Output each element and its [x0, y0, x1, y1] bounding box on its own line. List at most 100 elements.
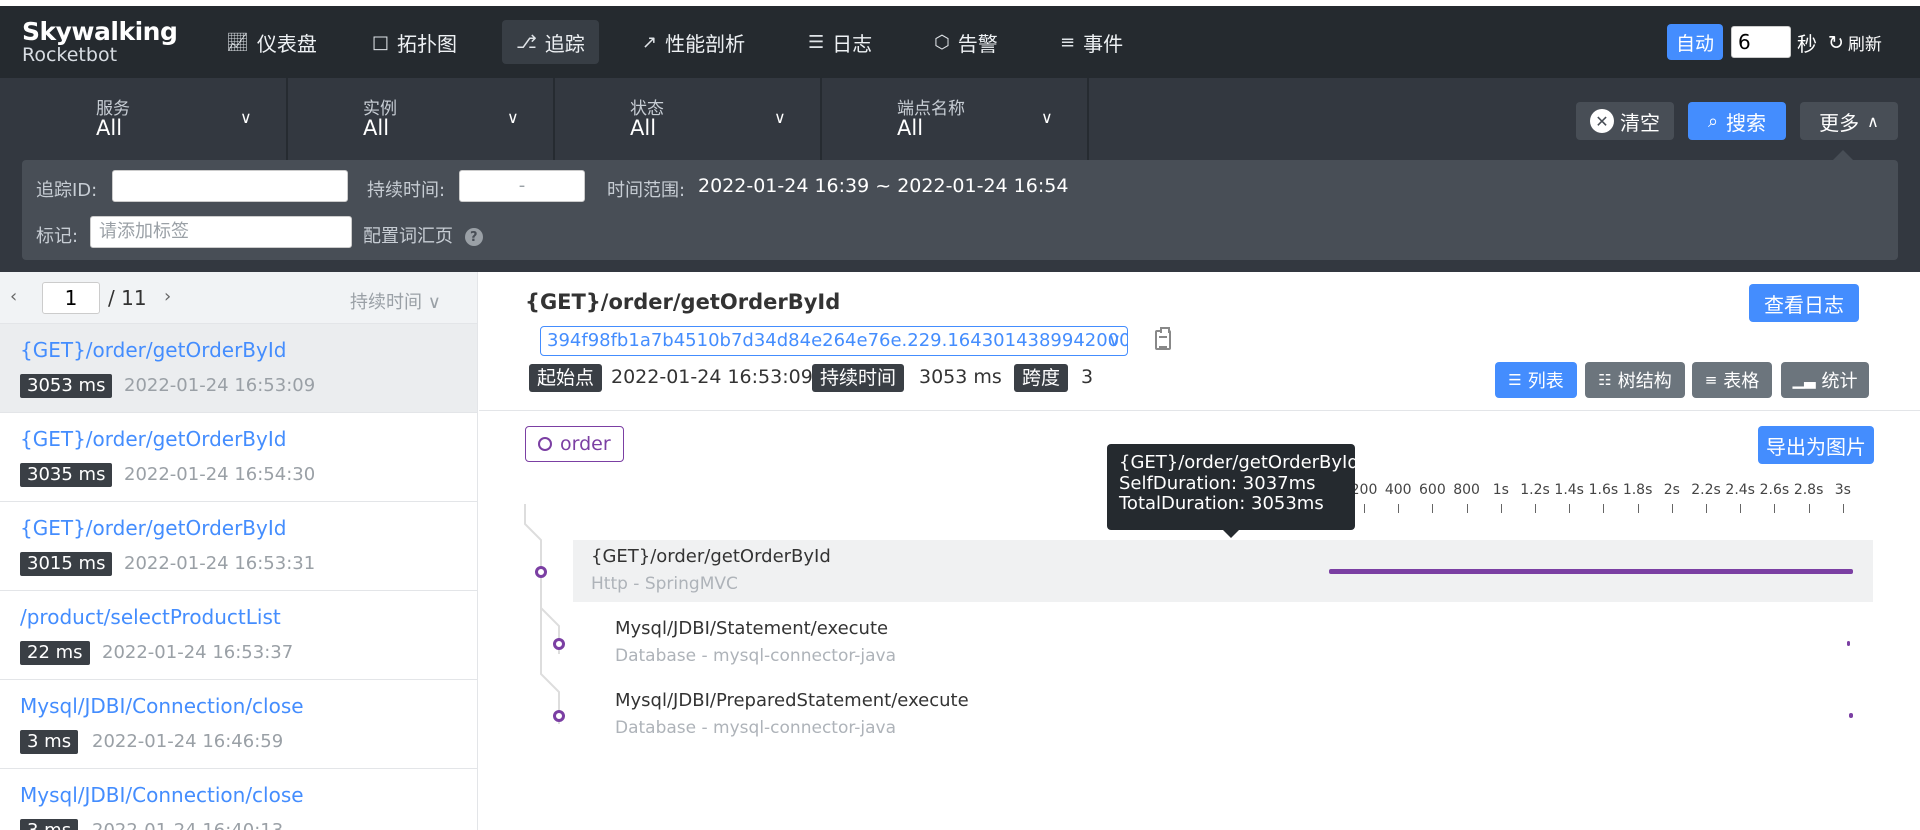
timeline-tick-mark	[1500, 504, 1502, 513]
timeline-tick-mark	[1637, 504, 1639, 513]
duration-label: 持续时间:	[367, 180, 446, 201]
search-button[interactable]: ⌕ 搜索	[1688, 102, 1786, 140]
refresh-button[interactable]: ↻ 刷新	[1828, 30, 1882, 56]
view-tree-button[interactable]: ☷ 树结构	[1585, 362, 1685, 398]
topology-icon: □	[372, 31, 390, 53]
duration-value: 3053 ms	[919, 366, 1002, 388]
instance-select-value: All	[363, 116, 390, 140]
timeline-tick-label: 1.6s	[1588, 482, 1619, 498]
trace-id-label: 追踪ID:	[36, 180, 98, 201]
trace-id-select[interactable]: 394f98fb1a7b4510b7d34d84e264e76e.229.164…	[540, 326, 1128, 356]
timeline-tick-label: 2.2s	[1691, 482, 1721, 498]
span-node-icon	[535, 566, 547, 578]
span-name: Mysql/JDBI/PreparedStatement/execute	[615, 690, 969, 711]
pager: ‹ 1 / 11 › 持续时间 ∨	[0, 272, 477, 324]
timeline-tick-label: 1.2s	[1520, 482, 1550, 498]
chevron-right-icon[interactable]: ›	[164, 286, 171, 307]
more-filters-panel: 追踪ID: 持续时间: - 时间范围: 2022-01-24 16:39 ~ 2…	[22, 160, 1898, 260]
trace-list-item[interactable]: Mysql/JDBI/Connection/close 3 ms 2022-01…	[0, 680, 477, 769]
divider	[479, 410, 1920, 411]
service-name: order	[560, 433, 611, 455]
timeline-tick-mark	[1740, 504, 1742, 513]
more-button[interactable]: 更多 ∧	[1800, 102, 1898, 140]
duration-tag: 持续时间	[812, 364, 905, 392]
trace-endpoint: /product/selectProductList	[20, 605, 281, 629]
timeline-tick-label: 800	[1453, 482, 1480, 498]
duration-range-input[interactable]: -	[459, 170, 585, 202]
clear-button[interactable]: ✕ 清空	[1576, 102, 1674, 140]
trace-start-time: 2022-01-24 16:54:30	[124, 464, 316, 485]
span-row[interactable]: Mysql/JDBI/Statement/execute Database - …	[573, 612, 1873, 674]
span-component: Http - SpringMVC	[591, 574, 738, 594]
span-tag: 跨度	[1014, 364, 1069, 392]
span-row[interactable]: Mysql/JDBI/PreparedStatement/execute Dat…	[573, 684, 1873, 746]
page-total: / 11	[108, 286, 147, 310]
tooltip-total-duration: TotalDuration: 3053ms	[1119, 493, 1324, 514]
timeline-tick-label: 600	[1419, 482, 1446, 498]
service-select[interactable]: 服务 All ∨	[22, 78, 288, 160]
status-select[interactable]: 状态 All ∨	[556, 78, 822, 160]
auto-refresh-button[interactable]: 自动	[1667, 24, 1723, 60]
view-label: 统计	[1821, 371, 1858, 392]
view-stats-button[interactable]: ▁▃ 统计	[1781, 362, 1869, 398]
help-icon[interactable]: ?	[464, 228, 483, 246]
nav-label: 仪表盘	[256, 31, 317, 56]
time-range-value[interactable]: 2022-01-24 16:39 ~ 2022-01-24 16:54	[698, 175, 1068, 197]
view-list-button[interactable]: ☰ 列表	[1495, 362, 1577, 398]
alarm-icon: ⬡	[934, 31, 950, 53]
vocab-config-link[interactable]: 配置词汇页 ?	[363, 222, 483, 248]
trace-list-item[interactable]: Mysql/JDBI/Connection/close 3 ms 2022-01…	[0, 769, 477, 830]
trace-duration-badge: 3 ms	[20, 819, 79, 830]
trace-list-item[interactable]: /product/selectProductList 22 ms 2022-01…	[0, 591, 477, 680]
trace-list-item[interactable]: {GET}/order/getOrderById 3053 ms 2022-01…	[0, 324, 477, 413]
trace-start-time: 2022-01-24 16:53:31	[124, 553, 316, 574]
nav-item-dashboard[interactable]: 📈︎ 仪表盘	[212, 20, 331, 64]
timeline-tick-label: 2.8s	[1793, 482, 1824, 498]
tags-input[interactable]: 请添加标签	[90, 216, 352, 248]
more-label: 更多	[1819, 110, 1860, 135]
page-input[interactable]: 1	[42, 282, 100, 314]
nav-item-topology[interactable]: □ 拓扑图	[358, 20, 471, 64]
table-icon: ≡	[1704, 371, 1718, 389]
span-name: {GET}/order/getOrderById	[591, 546, 831, 567]
clipboard-icon[interactable]	[1155, 327, 1171, 350]
view-log-button[interactable]: 查看日志	[1749, 284, 1859, 322]
instance-select[interactable]: 实例 All ∨	[289, 78, 555, 160]
nav-item-profile[interactable]: ↗ 性能剖析	[628, 20, 759, 64]
timeline-tick-mark	[1398, 504, 1400, 513]
top-navbar: Skywalking Rocketbot 📈︎ 仪表盘 □ 拓扑图 ⎇ 追踪 ↗…	[0, 6, 1920, 78]
refresh-interval-input[interactable]: 6	[1731, 26, 1791, 58]
trace-start-time: 2022-01-24 16:53:37	[102, 642, 294, 663]
tooltip-self-duration: SelfDuration: 3037ms	[1119, 473, 1316, 494]
timeline-tick-mark	[1432, 504, 1434, 513]
view-label: 树结构	[1617, 371, 1672, 392]
trace-duration-badge: 3 ms	[20, 730, 79, 754]
chart-icon: 📈︎	[226, 31, 249, 53]
nav-item-alarm[interactable]: ⬡ 告警	[920, 20, 1012, 64]
sort-select[interactable]: 持续时间 ∨	[350, 288, 441, 314]
trace-id-input[interactable]	[112, 170, 348, 202]
view-table-button[interactable]: ≡ 表格	[1692, 362, 1772, 398]
timeline-tick-label: 2.6s	[1759, 482, 1790, 498]
nav-label: 日志	[832, 31, 873, 56]
trace-list-item[interactable]: {GET}/order/getOrderById 3035 ms 2022-01…	[0, 413, 477, 502]
tree-icon: ☷	[1598, 371, 1612, 389]
trace-id-value: 394f98fb1a7b4510b7d34d84e264e76e.229.164…	[547, 330, 1128, 351]
nav-item-log[interactable]: ☰ 日志	[794, 20, 886, 64]
search-icon: ⌕	[1707, 110, 1719, 132]
nav-item-trace[interactable]: ⎇ 追踪	[502, 20, 599, 64]
interval-unit-label: 秒	[1797, 32, 1817, 56]
export-image-button[interactable]: 导出为图片	[1758, 426, 1874, 464]
span-duration-bar	[1849, 713, 1853, 718]
log-icon: ☰	[808, 31, 825, 53]
nav-item-event[interactable]: ≡ 事件	[1046, 20, 1137, 64]
timeline-tick-mark	[1466, 504, 1468, 513]
trace-endpoint: {GET}/order/getOrderById	[20, 427, 287, 451]
trace-list-panel: ‹ 1 / 11 › 持续时间 ∨ {GET}/order/getOrderBy…	[0, 272, 478, 830]
chevron-left-icon[interactable]: ‹	[10, 286, 17, 307]
chevron-down-icon: ∨	[774, 108, 786, 127]
chevron-down-icon: ∨	[507, 108, 519, 127]
timeline-tick-label: 1.4s	[1554, 482, 1584, 498]
trace-list-item[interactable]: {GET}/order/getOrderById 3015 ms 2022-01…	[0, 502, 477, 591]
endpoint-select[interactable]: 端点名称 All ∨	[823, 78, 1089, 160]
